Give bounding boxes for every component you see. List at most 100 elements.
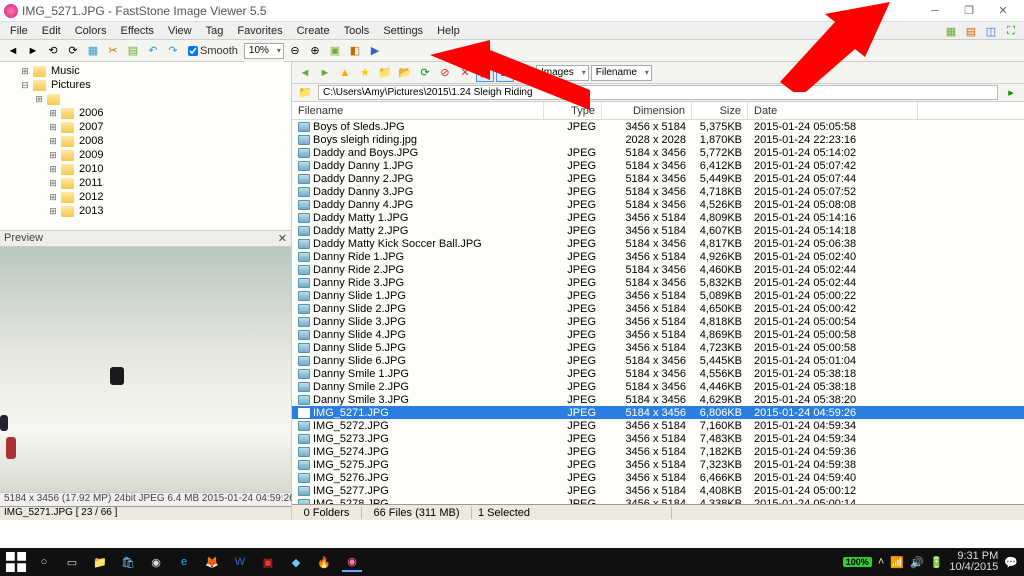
menu-effects[interactable]: Effects: [115, 23, 160, 39]
file-row[interactable]: Danny Slide 2.JPGJPEG3456 x 51844,650KB2…: [292, 302, 1024, 315]
copy-icon[interactable]: ▦: [84, 42, 102, 60]
notifications-icon[interactable]: 💬: [1004, 556, 1018, 569]
fwd-icon[interactable]: ►: [24, 42, 42, 60]
file-list[interactable]: Filename Type Dimension Size Date Boys o…: [292, 102, 1024, 504]
zoomin-icon[interactable]: ⊕: [306, 42, 324, 60]
smooth-check[interactable]: Smooth: [188, 45, 238, 57]
tree-item[interactable]: ⊞2007: [2, 120, 289, 134]
battery-indicator[interactable]: 100%: [843, 557, 872, 567]
file-row[interactable]: Danny Slide 5.JPGJPEG3456 x 51844,723KB2…: [292, 341, 1024, 354]
file-row[interactable]: Danny Ride 3.JPGJPEG5184 x 34565,832KB20…: [292, 276, 1024, 289]
tray-chevron-icon[interactable]: ˄: [878, 556, 884, 568]
file-row[interactable]: Boys of Sleds.JPGJPEG3456 x 51845,375KB2…: [292, 120, 1024, 133]
cut-icon[interactable]: ✂: [104, 42, 122, 60]
menu-edit[interactable]: Edit: [36, 23, 67, 39]
tree-item[interactable]: ⊞2012: [2, 190, 289, 204]
actual-icon[interactable]: ◧: [346, 42, 364, 60]
view2-icon[interactable]: ▤: [962, 22, 980, 40]
file-row[interactable]: Boys sleigh riding.jpg2028 x 20281,870KB…: [292, 133, 1024, 146]
tree-item[interactable]: ⊞2010: [2, 162, 289, 176]
col-size[interactable]: Size: [692, 102, 748, 119]
tree-item[interactable]: ⊞2013: [2, 204, 289, 218]
file-row[interactable]: Daddy Danny 1.JPGJPEG5184 x 34566,412KB2…: [292, 159, 1024, 172]
file-row[interactable]: IMG_5272.JPGJPEG3456 x 51847,160KB2015-0…: [292, 419, 1024, 432]
col-name[interactable]: Filename: [292, 102, 544, 119]
file-row[interactable]: IMG_5274.JPGJPEG3456 x 51847,182KB2015-0…: [292, 445, 1024, 458]
clock[interactable]: 9:31 PM 10/4/2015: [949, 551, 998, 573]
menu-view[interactable]: View: [162, 23, 198, 39]
file-row[interactable]: IMG_5277.JPGJPEG3456 x 51844,408KB2015-0…: [292, 484, 1024, 497]
view1-icon[interactable]: ▦: [942, 22, 960, 40]
file-row[interactable]: IMG_5275.JPGJPEG3456 x 51847,323KB2015-0…: [292, 458, 1024, 471]
file-row[interactable]: Danny Slide 1.JPGJPEG3456 x 51845,089KB2…: [292, 289, 1024, 302]
maximize-button[interactable]: ❐: [952, 1, 986, 21]
explorer-icon[interactable]: 📁: [90, 552, 110, 572]
menu-settings[interactable]: Settings: [377, 23, 429, 39]
path-go-icon[interactable]: ▸: [1002, 84, 1020, 102]
file-row[interactable]: Daddy and Boys.JPGJPEG5184 x 34565,772KB…: [292, 146, 1024, 159]
nav-back-icon[interactable]: ◄: [296, 64, 314, 82]
volume-icon[interactable]: 🔊: [910, 556, 924, 569]
right-icon[interactable]: ⟳: [64, 42, 82, 60]
tree-item[interactable]: ⊞2009: [2, 148, 289, 162]
menu-favorites[interactable]: Favorites: [231, 23, 288, 39]
file-row[interactable]: Daddy Danny 2.JPGJPEG5184 x 34565,449KB2…: [292, 172, 1024, 185]
search-icon[interactable]: ○: [34, 552, 54, 572]
taskbar[interactable]: ○ ▭ 📁 🛍 ◉ e 🦊 W ▣ ◆ 🔥 ◉ 100% ˄ 📶 🔊 🔋 9:3…: [0, 548, 1024, 576]
tree-item[interactable]: ⊟Pictures: [2, 78, 289, 92]
slide-icon[interactable]: ▶: [366, 42, 384, 60]
tree-item[interactable]: ⊞Music: [2, 64, 289, 78]
fav-icon[interactable]: ★: [356, 64, 374, 82]
filter-combo[interactable]: Images: [536, 65, 589, 81]
faststone-icon[interactable]: ◉: [342, 552, 362, 572]
col-type[interactable]: Type: [544, 102, 602, 119]
file-row[interactable]: Daddy Danny 3.JPGJPEG5184 x 34564,718KB2…: [292, 185, 1024, 198]
path-input[interactable]: C:\Users\Amy\Pictures\2015\1.24 Sleigh R…: [318, 85, 998, 100]
back-icon[interactable]: ◄: [4, 42, 22, 60]
file-row[interactable]: Danny Slide 3.JPGJPEG3456 x 51844,818KB2…: [292, 315, 1024, 328]
nav-fwd-icon[interactable]: ►: [316, 64, 334, 82]
folder-icon[interactable]: 📁: [376, 64, 394, 82]
fullscreen-icon[interactable]: ⛶: [1002, 22, 1020, 40]
col-dimension[interactable]: Dimension: [602, 102, 692, 119]
delete-icon[interactable]: ✕: [456, 64, 474, 82]
store-icon[interactable]: 🛍: [118, 552, 138, 572]
chrome-icon[interactable]: ◉: [146, 552, 166, 572]
menu-tools[interactable]: Tools: [338, 23, 376, 39]
view3-icon[interactable]: ◫: [982, 22, 1000, 40]
file-row[interactable]: IMG_5276.JPGJPEG3456 x 51846,466KB2015-0…: [292, 471, 1024, 484]
file-row[interactable]: IMG_5273.JPGJPEG3456 x 51847,483KB2015-0…: [292, 432, 1024, 445]
file-row[interactable]: Danny Ride 2.JPGJPEG5184 x 34564,460KB20…: [292, 263, 1024, 276]
view-list-icon[interactable]: ≡: [516, 64, 534, 82]
stop-icon[interactable]: ⊘: [436, 64, 454, 82]
zoomout-icon[interactable]: ⊖: [286, 42, 304, 60]
tree-item[interactable]: ⊞2011: [2, 176, 289, 190]
file-row[interactable]: Danny Slide 4.JPGJPEG3456 x 51844,869KB2…: [292, 328, 1024, 341]
word-icon[interactable]: W: [230, 552, 250, 572]
file-row[interactable]: Danny Smile 2.JPGJPEG5184 x 34564,446KB2…: [292, 380, 1024, 393]
wifi-icon[interactable]: 📶: [890, 556, 904, 569]
system-tray[interactable]: 100% ˄ 📶 🔊 🔋 9:31 PM 10/4/2015 💬: [843, 551, 1018, 573]
tree-item[interactable]: ⊞2008: [2, 134, 289, 148]
redo-icon[interactable]: ↷: [164, 42, 182, 60]
undo-icon[interactable]: ↶: [144, 42, 162, 60]
file-row[interactable]: Daddy Matty 1.JPGJPEG3456 x 51844,809KB2…: [292, 211, 1024, 224]
folder2-icon[interactable]: 📂: [396, 64, 414, 82]
preview-close-icon[interactable]: ✕: [278, 232, 287, 245]
edge-icon[interactable]: e: [174, 552, 194, 572]
file-row[interactable]: Daddy Danny 4.JPGJPEG5184 x 34564,526KB2…: [292, 198, 1024, 211]
firefox-icon[interactable]: 🦊: [202, 552, 222, 572]
preview-image[interactable]: [0, 247, 291, 492]
nav-up-icon[interactable]: ▲: [336, 64, 354, 82]
file-row[interactable]: Danny Ride 1.JPGJPEG3456 x 51844,926KB20…: [292, 250, 1024, 263]
app3-icon[interactable]: 🔥: [314, 552, 334, 572]
left-icon[interactable]: ⟲: [44, 42, 62, 60]
refresh-icon[interactable]: ⟳: [416, 64, 434, 82]
file-row[interactable]: Daddy Matty Kick Soccer Ball.JPGJPEG5184…: [292, 237, 1024, 250]
menu-create[interactable]: Create: [291, 23, 336, 39]
menu-tag[interactable]: Tag: [200, 23, 230, 39]
col-date[interactable]: Date: [748, 102, 918, 119]
menu-file[interactable]: File: [4, 23, 34, 39]
view-thumbnails-icon[interactable]: ▦: [476, 64, 494, 82]
power-icon[interactable]: 🔋: [930, 556, 944, 569]
